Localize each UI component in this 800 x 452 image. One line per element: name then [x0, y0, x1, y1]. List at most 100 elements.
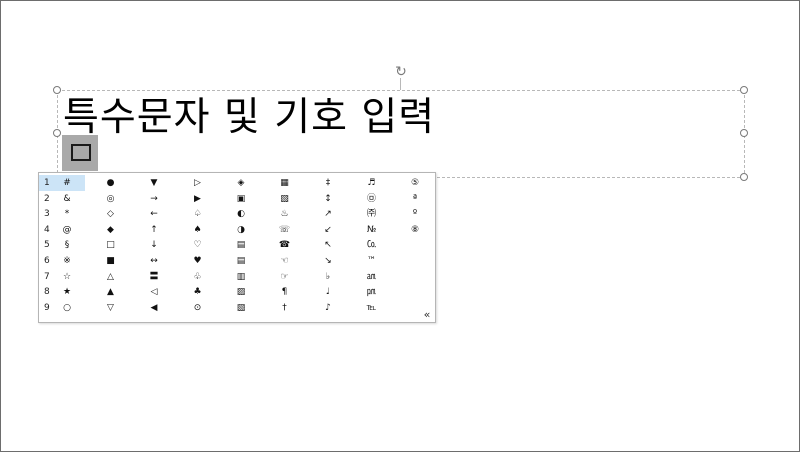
symbol-candidate[interactable]: ⑤	[397, 175, 433, 191]
symbol-candidate[interactable]: ↘	[310, 253, 346, 269]
symbol-candidate[interactable]: №	[354, 222, 390, 238]
symbol-candidate[interactable]: ⑧	[397, 222, 433, 238]
ime-composing-cursor	[62, 135, 98, 171]
symbol-candidate[interactable]: ◁	[136, 284, 172, 300]
symbol-candidate[interactable]: †	[267, 300, 303, 316]
symbol-candidate[interactable]: ♡	[180, 237, 216, 253]
symbol-candidate[interactable]: △	[93, 269, 129, 285]
resize-handle-middle-right[interactable]	[740, 129, 748, 137]
symbol-candidate	[397, 300, 433, 316]
symbol-candidate[interactable]: ♥	[180, 253, 216, 269]
symbol-candidate[interactable]: ▧	[223, 300, 259, 316]
symbol-candidate[interactable]: ♧	[180, 269, 216, 285]
symbol-candidate[interactable]: *	[49, 206, 85, 222]
symbol-candidate[interactable]: ●	[93, 175, 129, 191]
symbol-row: 9 ○ ▽ ◀ ⊙ ▧ † ♪ ℡	[39, 300, 435, 316]
symbol-candidate[interactable]: ↔	[136, 253, 172, 269]
symbol-candidate[interactable]: ♬	[354, 175, 390, 191]
resize-handle-middle-left[interactable]	[53, 129, 61, 137]
symbol-candidate[interactable]: ※	[49, 253, 85, 269]
symbol-candidate[interactable]: ⊙	[180, 300, 216, 316]
symbol-candidate-popup: « 1 # ● ▼ ▷ ◈ ▦ ‡ ♬ ⑤ 2 & ◎ → ▶ ▣ ▧ ↕ ㉤ ª 3 * ◇ ← ♤ ◐ ♨ ↗ ㈜ º 4 @ ◆ ↑ ♠ ◑ ☏ ↙…	[38, 172, 436, 323]
symbol-candidate[interactable]: ♣	[180, 284, 216, 300]
symbol-candidate[interactable]: ◆	[93, 222, 129, 238]
symbol-row: 5 § □ ↓ ♡ ▤ ☎ ↖ ㏇	[39, 237, 435, 253]
symbol-candidate[interactable]: ☎	[267, 237, 303, 253]
symbol-candidate[interactable]: ↕	[310, 191, 346, 207]
symbol-candidate[interactable]: ª	[397, 191, 433, 207]
symbol-candidate[interactable]: ♪	[310, 300, 346, 316]
symbol-candidate[interactable]: §	[49, 237, 85, 253]
symbol-candidate[interactable]: ▽	[93, 300, 129, 316]
symbol-row: 6 ※ ■ ↔ ♥ ▤ ☜ ↘ ™	[39, 253, 435, 269]
symbol-candidate[interactable]: ㏇	[354, 237, 390, 253]
symbol-candidate[interactable]: ♩	[310, 284, 346, 300]
symbol-candidate[interactable]: ↓	[136, 237, 172, 253]
symbol-candidate[interactable]: ㈜	[354, 206, 390, 222]
symbol-candidate[interactable]: ¶	[267, 284, 303, 300]
symbol-candidate[interactable]: ♤	[180, 206, 216, 222]
symbol-candidate[interactable]: ☞	[267, 269, 303, 285]
resize-handle-bottom-right[interactable]	[740, 173, 748, 181]
symbol-candidate[interactable]: ☏	[267, 222, 303, 238]
symbol-row: 4 @ ◆ ↑ ♠ ◑ ☏ ↙ № ⑧	[39, 222, 435, 238]
symbol-candidate[interactable]: ♠	[180, 222, 216, 238]
symbol-candidate[interactable]: ■	[93, 253, 129, 269]
symbol-candidate[interactable]: ○	[49, 300, 85, 316]
symbol-candidate[interactable]: ↑	[136, 222, 172, 238]
symbol-candidate[interactable]: ▷	[180, 175, 216, 191]
symbol-candidate[interactable]: 〓	[136, 269, 172, 285]
symbol-row: 8 ★ ▲ ◁ ♣ ▨ ¶ ♩ ㏘	[39, 284, 435, 300]
symbol-candidate[interactable]: ◀	[136, 300, 172, 316]
symbol-candidate[interactable]: ↖	[310, 237, 346, 253]
symbol-candidate[interactable]: ↗	[310, 206, 346, 222]
symbol-candidate[interactable]: ◈	[223, 175, 259, 191]
symbol-candidate[interactable]: ▶	[180, 191, 216, 207]
symbol-candidate[interactable]: ℡	[354, 300, 390, 316]
resize-handle-top-right[interactable]	[740, 86, 748, 94]
symbol-candidate[interactable]: ▧	[267, 191, 303, 207]
symbol-candidate[interactable]: ★	[49, 284, 85, 300]
symbol-candidate	[397, 269, 433, 285]
symbol-candidate[interactable]: ◇	[93, 206, 129, 222]
symbol-candidate[interactable]: ▼	[136, 175, 172, 191]
symbol-candidate[interactable]: #	[49, 175, 85, 191]
rotate-handle-icon[interactable]: ↻	[393, 64, 409, 80]
symbol-candidate[interactable]: ▦	[267, 175, 303, 191]
symbol-candidate[interactable]: ▤	[223, 253, 259, 269]
symbol-candidate[interactable]: &	[49, 191, 85, 207]
symbol-candidate[interactable]: ▨	[223, 284, 259, 300]
symbol-row: 1 # ● ▼ ▷ ◈ ▦ ‡ ♬ ⑤	[39, 175, 435, 191]
resize-handle-top-left[interactable]	[53, 86, 61, 94]
symbol-candidate[interactable]: ▣	[223, 191, 259, 207]
symbol-candidate[interactable]: @	[49, 222, 85, 238]
symbol-row: 7 ☆ △ 〓 ♧ ▥ ☞ ♭ ㏂	[39, 269, 435, 285]
symbol-candidate[interactable]: ☜	[267, 253, 303, 269]
symbol-candidate[interactable]: ‡	[310, 175, 346, 191]
symbol-candidate[interactable]: ◎	[93, 191, 129, 207]
symbol-candidate[interactable]: ↙	[310, 222, 346, 238]
symbol-candidate[interactable]: ◑	[223, 222, 259, 238]
symbol-candidate[interactable]: ☆	[49, 269, 85, 285]
symbol-candidate	[397, 237, 433, 253]
symbol-candidate	[397, 253, 433, 269]
symbol-candidate[interactable]: ™	[354, 253, 390, 269]
symbol-candidate[interactable]: ▲	[93, 284, 129, 300]
title-text[interactable]: 특수문자 및 기호 입력	[63, 86, 435, 142]
symbol-candidate[interactable]: □	[93, 237, 129, 253]
symbol-candidate[interactable]: ㏂	[354, 269, 390, 285]
symbol-candidate[interactable]: ▤	[223, 237, 259, 253]
symbol-candidate[interactable]: ㏘	[354, 284, 390, 300]
symbol-candidate[interactable]: ▥	[223, 269, 259, 285]
symbol-candidate[interactable]: ◐	[223, 206, 259, 222]
symbol-candidate[interactable]: ♨	[267, 206, 303, 222]
symbol-candidate[interactable]: →	[136, 191, 172, 207]
composing-square-icon	[71, 144, 91, 161]
symbol-candidate	[397, 284, 433, 300]
symbol-candidate[interactable]: ♭	[310, 269, 346, 285]
symbol-row: 2 & ◎ → ▶ ▣ ▧ ↕ ㉤ ª	[39, 191, 435, 207]
symbol-row: 3 * ◇ ← ♤ ◐ ♨ ↗ ㈜ º	[39, 206, 435, 222]
symbol-candidate[interactable]: ㉤	[354, 191, 390, 207]
symbol-candidate[interactable]: ←	[136, 206, 172, 222]
symbol-candidate[interactable]: º	[397, 206, 433, 222]
